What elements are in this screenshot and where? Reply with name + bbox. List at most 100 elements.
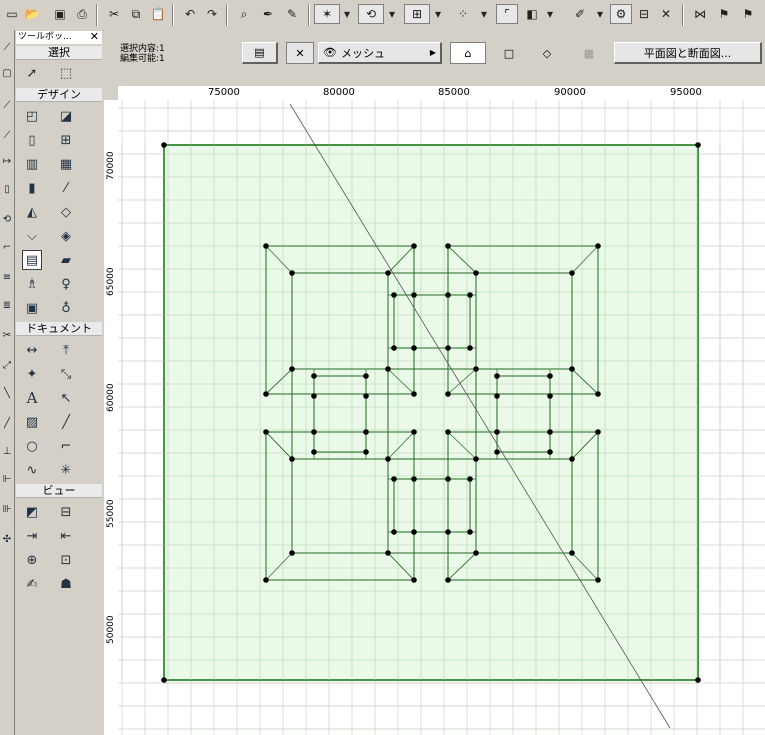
open-folder-icon[interactable]: 📂 (22, 4, 42, 24)
arrow-icon[interactable]: ↦ (1, 156, 13, 174)
section-icon[interactable]: ◩ (22, 502, 42, 522)
marquee-icon[interactable]: ⬚ (56, 63, 76, 83)
curtain-wall-icon[interactable]: ▥ (22, 154, 42, 174)
paste-icon[interactable]: 📋 (148, 4, 168, 24)
change-icon[interactable]: ⊡ (56, 550, 76, 570)
interior-elevation-icon[interactable]: ⇥ (22, 526, 42, 546)
zoom-icon[interactable]: ⌕ (234, 4, 254, 24)
hotspot-icon[interactable]: ✳ (56, 460, 76, 480)
line-tool-icon[interactable]: ╲ (1, 388, 13, 406)
ruler-icon[interactable]: ⊩ (1, 474, 13, 492)
dimension-icon[interactable]: ↔ (22, 340, 42, 360)
label-tool-icon[interactable]: ↖ (56, 388, 76, 408)
column-tool-icon[interactable]: ◪ (56, 106, 76, 126)
dropdown-icon[interactable]: ▾ (432, 4, 444, 24)
section-select[interactable]: 選択 (16, 46, 102, 60)
wall-tool-icon[interactable]: ◰ (22, 106, 42, 126)
chair-object-icon[interactable]: ♗ (22, 274, 42, 294)
shell-icon[interactable]: ⌵ (22, 226, 42, 246)
beam-icon[interactable]: ⁄ (56, 178, 76, 198)
ruler-icon[interactable]: ⊥ (1, 446, 13, 464)
relative-construction-icon[interactable]: ⚙ (610, 4, 632, 24)
mesh-tool-icon[interactable]: ≣ (1, 300, 13, 318)
dropdown-icon[interactable]: ▾ (478, 4, 490, 24)
drawing-canvas[interactable] (118, 100, 765, 735)
geometry-method-button[interactable]: ✕ (286, 42, 314, 64)
layers-icon[interactable]: ◧ (522, 4, 542, 24)
window-icon[interactable]: ⊞ (56, 130, 76, 150)
polygon-method-button[interactable]: ⌂ (450, 42, 486, 64)
detail-icon[interactable]: ⊕ (22, 550, 42, 570)
circle-icon[interactable]: ○ (22, 436, 42, 456)
spline-icon[interactable]: ∿ (22, 460, 42, 480)
floor-plan-drawing[interactable] (118, 100, 765, 735)
mesh-settings-button[interactable]: ▤ (242, 42, 278, 64)
level-icon[interactable]: ╱ (1, 418, 13, 436)
copy-icon[interactable]: ⧉ (126, 4, 146, 24)
camera-icon[interactable]: ☗ (56, 574, 76, 594)
marquee-icon[interactable]: ▢ (1, 68, 13, 86)
print-icon[interactable]: ⎙ (72, 4, 92, 24)
wall-tool-icon[interactable]: ⌐ (1, 242, 13, 260)
rectangle-method-button[interactable]: □ (494, 42, 524, 64)
grid-button[interactable]: ▦ (574, 42, 604, 64)
level-dimension-icon[interactable]: ⤒ (56, 340, 76, 360)
corner-icon[interactable]: ⌜ (496, 4, 518, 24)
rotated-rectangle-button[interactable]: ◇ (532, 42, 562, 64)
column-tool-icon[interactable]: ▮ (22, 178, 42, 198)
section-design[interactable]: デザイン (16, 88, 102, 102)
dimension-icon[interactable]: ⤢ (1, 360, 13, 378)
door-icon[interactable]: ▯ (1, 184, 13, 202)
cut-icon[interactable]: ✂ (104, 4, 124, 24)
section-document[interactable]: ドキュメント (16, 322, 102, 336)
grid-dots-icon[interactable]: ⁘ (452, 4, 474, 24)
new-doc-icon[interactable]: ▭ (2, 4, 22, 24)
ruler-icon[interactable]: ⊪ (1, 504, 13, 522)
trace-icon[interactable]: ⋈ (690, 4, 710, 24)
grid-icon[interactable]: ▦ (56, 154, 76, 174)
rotate-icon[interactable]: ⟲ (1, 214, 13, 232)
elevation-dimension-icon[interactable]: ✦ (22, 364, 42, 384)
wall-tool-icon[interactable]: ⟋ (1, 100, 13, 118)
dropdown-icon[interactable]: ▾ (341, 4, 353, 24)
xyz-icon[interactable]: ✣ (1, 534, 13, 552)
fill-icon[interactable]: ▨ (22, 412, 42, 432)
arrow-pointer-icon[interactable]: ➚ (22, 63, 42, 83)
magic-wand-icon[interactable]: ✶ (314, 4, 340, 24)
cut-icon[interactable]: ✂ (1, 330, 13, 348)
light-bulb-icon[interactable]: ♁ (56, 298, 76, 318)
grid-snap-icon[interactable]: ⊞ (404, 4, 430, 24)
eyedropper-icon[interactable]: ✒ (258, 4, 278, 24)
layer-dropdown[interactable]: 👁 メッシュ ▶ (318, 42, 442, 64)
text-tool-icon[interactable]: A (22, 388, 42, 408)
stair-icon[interactable]: ▰ (56, 250, 76, 270)
rotate-icon[interactable]: ⟲ (358, 4, 384, 24)
close-x-icon[interactable]: ✕ (656, 4, 676, 24)
pen-icon[interactable]: ✐ (570, 4, 590, 24)
section-view[interactable]: ビュー (16, 484, 102, 498)
radial-dimension-icon[interactable]: ⤡ (56, 364, 76, 384)
lamp-icon[interactable]: ♀ (56, 274, 76, 294)
skylight-icon[interactable]: ◈ (56, 226, 76, 246)
flag-icon[interactable]: ⚑ (738, 4, 758, 24)
undo-icon[interactable]: ↶ (180, 4, 200, 24)
floor-plan-section-button[interactable]: 平面図と断面図... (614, 42, 762, 64)
polyline-icon[interactable]: ⌐ (56, 436, 76, 456)
zone-icon[interactable]: ▣ (22, 298, 42, 318)
syringe-icon[interactable]: ✎ (282, 4, 302, 24)
door-icon[interactable]: ▯ (22, 130, 42, 150)
roof-icon[interactable]: ◭ (22, 202, 42, 222)
dropdown-icon[interactable]: ▾ (594, 4, 606, 24)
slab-tool-icon[interactable]: ◇ (56, 202, 76, 222)
mesh-tool-icon[interactable]: ▤ (22, 250, 42, 270)
elevation-icon[interactable]: ⊟ (56, 502, 76, 522)
worksheet-icon[interactable]: ⇤ (56, 526, 76, 546)
line-tool-icon[interactable]: ⟋ (1, 42, 13, 60)
figure-icon[interactable]: ✍ (22, 574, 42, 594)
save-icon[interactable]: ▣ (50, 4, 70, 24)
dropdown-icon[interactable]: ▾ (544, 4, 556, 24)
line-tool-icon[interactable]: ╱ (56, 412, 76, 432)
slab-tool-icon[interactable]: ≡ (1, 272, 13, 290)
flag-icon[interactable]: ⚑ (714, 4, 734, 24)
slab-tool-icon[interactable]: ⟋ (1, 130, 13, 148)
